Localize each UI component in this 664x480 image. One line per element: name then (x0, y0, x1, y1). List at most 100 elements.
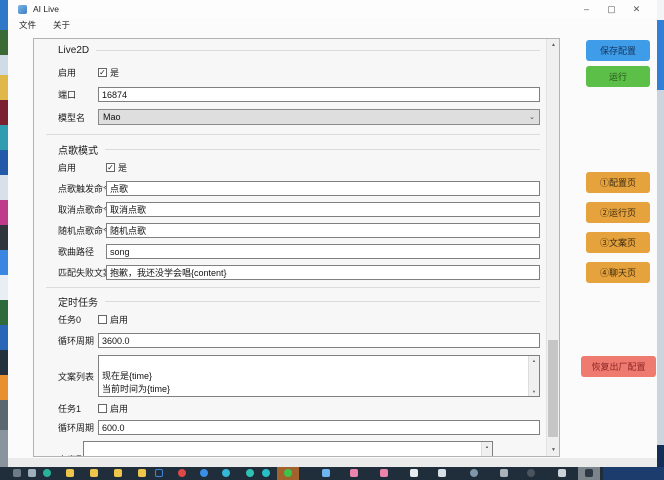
taskbar-app-icon[interactable] (500, 469, 508, 477)
taskbar-app-icon[interactable] (222, 469, 230, 477)
scroll-down-icon[interactable]: ▼ (547, 444, 560, 456)
song-path-row: 歌曲路径 (58, 244, 540, 259)
chevron-down-icon: ⌄ (529, 113, 535, 121)
save-config-button[interactable]: 保存配置 (586, 40, 650, 61)
model-row: 模型名 Mao ⌄ (58, 109, 540, 125)
taskbar-folder-icon[interactable] (90, 469, 98, 477)
section-timed-tasks: 定时任务 (58, 294, 540, 309)
menubar: 文件 关于 (8, 18, 657, 32)
port-row: 端口 (58, 87, 540, 102)
section-song-mode-title: 点歌模式 (58, 142, 98, 157)
section-live2d: Live2D (58, 45, 540, 56)
song-path-label: 歌曲路径 (58, 245, 106, 258)
close-icon[interactable]: ✕ (624, 0, 649, 18)
task1-cycle-label: 循环周期 (58, 421, 98, 434)
scroll-up-icon[interactable]: ▲ (547, 39, 560, 51)
task1-label: 任务1 (58, 402, 98, 415)
taskbar-app-icon[interactable] (322, 469, 330, 477)
run-page-button[interactable]: ②运行页 (586, 202, 650, 223)
taskbar-app-icon[interactable] (410, 469, 418, 477)
song-trigger-row: 点歌触发命令 (58, 181, 540, 196)
app-icon (18, 5, 27, 14)
task0-list-row: 文案列表 现在是{time} 当前时间为{time} ▲ ▼ (58, 355, 540, 397)
taskbar-tray-area[interactable] (603, 467, 664, 480)
taskbar-folder-icon[interactable] (114, 469, 122, 477)
task0-textarea-scrollbar[interactable]: ▲ ▼ (528, 356, 539, 396)
song-random-input[interactable] (106, 223, 540, 238)
taskbar-app-icon[interactable] (585, 469, 593, 477)
song-random-row: 随机点歌命令 (58, 223, 540, 238)
taskbar-app-icon[interactable] (43, 469, 51, 477)
maximize-icon[interactable]: ▢ (599, 0, 624, 18)
taskbar-app-icon[interactable] (200, 469, 208, 477)
task1-enable-checkbox[interactable] (98, 404, 107, 413)
live2d-enable-checkbox[interactable]: ✓ (98, 68, 107, 77)
song-trigger-input[interactable] (106, 181, 540, 196)
model-select[interactable]: Mao ⌄ (98, 109, 540, 125)
task0-cycle-row: 循环周期 (58, 333, 540, 348)
task1-textarea-scrollbar[interactable]: ▲ (481, 442, 492, 456)
taskbar-app-icon[interactable] (470, 469, 478, 477)
taskbar-folder-icon[interactable] (138, 469, 146, 477)
background-window-sliver (657, 0, 664, 467)
scroll-down-icon[interactable]: ▼ (529, 387, 539, 396)
window-title: AI Live (33, 4, 59, 14)
song-cancel-input[interactable] (106, 202, 540, 217)
desktop-icons-strip (0, 0, 8, 467)
port-input[interactable] (98, 87, 540, 102)
song-trigger-label: 点歌触发命令 (58, 182, 106, 195)
taskbar-folder-icon[interactable] (66, 469, 74, 477)
task0-label: 任务0 (58, 313, 98, 326)
copy-page-button[interactable]: ③文案页 (586, 232, 650, 253)
factory-reset-button[interactable]: 恢复出厂配置 (581, 356, 656, 377)
live2d-enable-text: 是 (110, 66, 119, 79)
taskbar-app-icon[interactable] (262, 469, 270, 477)
minimize-icon[interactable]: – (574, 0, 599, 18)
task1-enable-text: 启用 (110, 402, 128, 415)
taskbar-app-icon[interactable] (178, 469, 186, 477)
task0-cycle-input[interactable] (98, 333, 540, 348)
task0-enable-text: 启用 (110, 313, 128, 326)
task1-row: 任务1 启用 (58, 402, 540, 415)
taskbar-app-icon[interactable] (527, 469, 535, 477)
song-cancel-row: 取消点歌命令 (58, 202, 540, 217)
live2d-enable-label: 启用 (58, 66, 98, 79)
model-label: 模型名 (58, 111, 98, 124)
taskbar-app-icon[interactable] (380, 469, 388, 477)
taskbar[interactable] (0, 467, 664, 480)
task0-cycle-label: 循环周期 (58, 334, 98, 347)
run-button[interactable]: 运行 (586, 66, 650, 87)
song-enable-text: 是 (118, 161, 127, 174)
taskbar-app-icon[interactable] (284, 469, 292, 477)
song-enable-row: 启用 ✓ 是 (58, 161, 540, 174)
task0-list-textarea[interactable]: 现在是{time} 当前时间为{time} ▲ ▼ (98, 355, 540, 397)
chat-page-button[interactable]: ④聊天页 (586, 262, 650, 283)
taskbar-app-icon[interactable] (28, 469, 36, 477)
menu-about[interactable]: 关于 (53, 19, 70, 31)
screen: AI Live – ▢ ✕ 文件 关于 Live2D 启用 ✓ (0, 0, 664, 480)
section-live2d-title: Live2D (58, 45, 89, 56)
scroll-up-icon[interactable]: ▲ (529, 356, 539, 365)
song-cancel-label: 取消点歌命令 (58, 203, 106, 216)
ai-live-window: AI Live – ▢ ✕ 文件 关于 Live2D 启用 ✓ (8, 0, 657, 467)
panel-scrollbar[interactable]: ▲ ▼ (546, 39, 559, 456)
song-path-input[interactable] (106, 244, 540, 259)
song-enable-checkbox[interactable]: ✓ (106, 163, 115, 172)
config-page-button[interactable]: ①配置页 (586, 172, 650, 193)
task1-list-row: 文案列表 感谢还在观看直播的{user_num}位兄弟姐妹们 ▲ (58, 441, 493, 456)
config-panel: Live2D 启用 ✓ 是 端口 模型名 Mao (33, 38, 560, 457)
titlebar: AI Live – ▢ ✕ (8, 0, 657, 18)
task1-list-textarea[interactable]: 感谢还在观看直播的{user_num}位兄弟姐妹们 ▲ (83, 441, 493, 456)
taskbar-app-icon[interactable] (350, 469, 358, 477)
taskbar-app-icon[interactable] (438, 469, 446, 477)
task0-enable-checkbox[interactable] (98, 315, 107, 324)
song-fail-input[interactable] (106, 265, 540, 280)
menu-file[interactable]: 文件 (19, 19, 36, 31)
scroll-up-icon[interactable]: ▲ (482, 442, 492, 451)
scrollbar-thumb[interactable] (548, 340, 558, 437)
taskbar-app-icon[interactable] (558, 469, 566, 477)
taskbar-app-icon[interactable] (246, 469, 254, 477)
taskbar-app-icon[interactable] (13, 469, 21, 477)
task1-cycle-input[interactable] (98, 420, 540, 435)
taskbar-app-icon[interactable] (155, 469, 163, 477)
